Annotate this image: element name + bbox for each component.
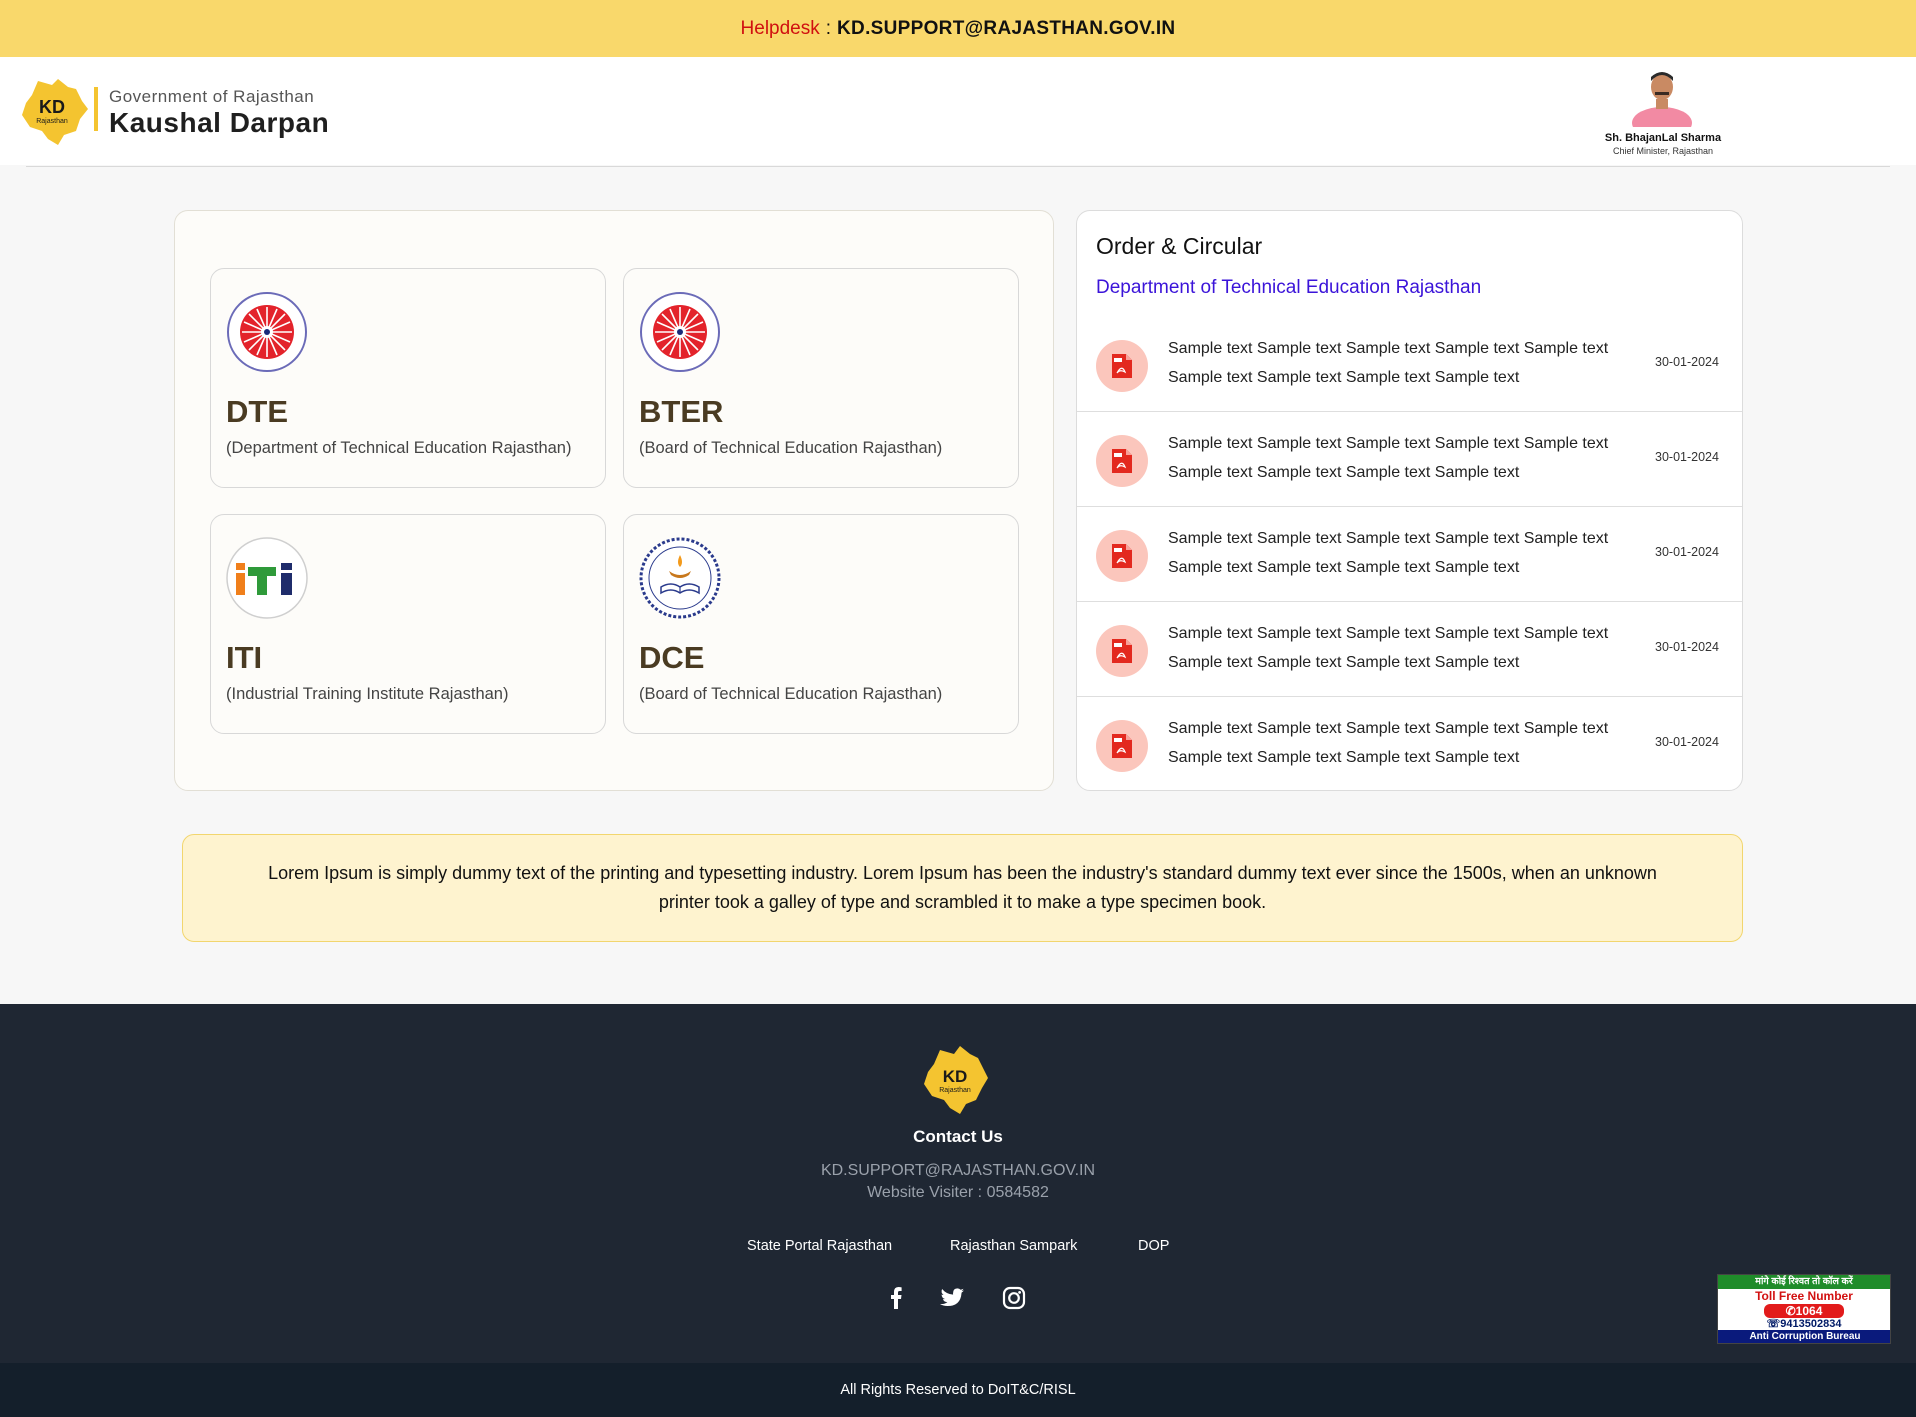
visitor-label: Website Visiter :	[867, 1184, 983, 1201]
order-date: 30-01-2024	[1655, 735, 1719, 749]
order-date: 30-01-2024	[1655, 545, 1719, 559]
dept-card-dte[interactable]: DTE (Department of Technical Education R…	[210, 268, 606, 488]
order-text: Sample text Sample text Sample text Samp…	[1168, 625, 1609, 671]
dept-fullname: (Industrial Training Institute Rajasthan…	[226, 685, 509, 703]
copyright-bar: All Rights Reserved to DoIT&C/RISL	[0, 1363, 1916, 1417]
orders-title: Order & Circular	[1096, 233, 1263, 259]
acb-number-text: 1064	[1795, 1304, 1823, 1318]
visitor-count: 0584582	[986, 1184, 1049, 1201]
dept-card-iti[interactable]: ITI (Industrial Training Institute Rajas…	[210, 514, 606, 734]
facebook-icon[interactable]	[882, 1284, 910, 1312]
brand-subtitle: Government of Rajasthan	[109, 87, 315, 106]
anti-corruption-widget[interactable]: मांगे कोई रिश्वत तो कॉल करें Toll Free N…	[1717, 1274, 1891, 1344]
footer-link-dop[interactable]: DOP	[1138, 1238, 1169, 1254]
visitor-counter: Website Visiter : 0584582	[0, 1184, 1916, 1202]
dept-card-bter[interactable]: BTER (Board of Technical Education Rajas…	[623, 268, 1019, 488]
pdf-icon	[1096, 625, 1148, 677]
acb-toll-number: ✆1064	[1764, 1304, 1844, 1318]
departments-panel: DTE (Department of Technical Education R…	[174, 210, 1054, 791]
order-date: 30-01-2024	[1655, 640, 1719, 654]
copyright-text: All Rights Reserved to DoIT&C/RISL	[840, 1382, 1076, 1398]
dte-emblem-icon	[227, 292, 307, 372]
site-footer: KD Rajasthan Contact Us KD.SUPPORT@RAJAS…	[0, 1004, 1916, 1363]
pdf-icon	[1096, 530, 1148, 582]
pdf-icon	[1096, 435, 1148, 487]
site-header: KD Rajasthan Government of Rajasthan Kau…	[0, 57, 1916, 165]
instagram-icon[interactable]	[1000, 1284, 1028, 1312]
brand-title[interactable]: Kaushal Darpan	[109, 107, 329, 139]
order-item[interactable]: Sample text Sample text Sample text Samp…	[1077, 697, 1742, 790]
iti-logo-icon	[226, 537, 308, 619]
cm-title: Chief Minister, Rajasthan	[1612, 146, 1714, 156]
order-item[interactable]: Sample text Sample text Sample text Samp…	[1077, 602, 1742, 697]
dept-abbr: DCE	[639, 640, 705, 675]
pdf-icon	[1096, 720, 1148, 772]
footer-link-rajasthan-sampark[interactable]: Rajasthan Sampark	[950, 1238, 1077, 1254]
kd-logo-icon[interactable]: KD Rajasthan	[18, 75, 90, 147]
order-item[interactable]: Sample text Sample text Sample text Samp…	[1077, 317, 1742, 412]
helpdesk-separator: :	[825, 17, 832, 39]
footer-logo-subtext: Rajasthan	[939, 1087, 971, 1094]
contact-email-link[interactable]: KD.SUPPORT@RAJASTHAN.GOV.IN	[0, 1162, 1916, 1180]
header-divider	[26, 166, 1890, 167]
footer-link-state-portal[interactable]: State Portal Rajasthan	[747, 1238, 892, 1254]
logo-subtext: Rajasthan	[36, 118, 68, 125]
footer-kd-logo-icon: KD Rajasthan	[924, 1046, 988, 1114]
pdf-icon	[1096, 340, 1148, 392]
acb-top-text: मांगे कोई रिश्वत तो कॉल करें	[1718, 1275, 1890, 1289]
order-text: Sample text Sample text Sample text Samp…	[1168, 720, 1609, 766]
notice-text: Lorem Ipsum is simply dummy text of the …	[268, 863, 1657, 912]
notice-banner: Lorem Ipsum is simply dummy text of the …	[182, 834, 1743, 942]
order-item[interactable]: Sample text Sample text Sample text Samp…	[1077, 507, 1742, 602]
order-circular-panel: Order & Circular Department of Technical…	[1076, 210, 1743, 791]
bter-emblem-icon	[640, 292, 720, 372]
order-date: 30-01-2024	[1655, 450, 1719, 464]
order-text: Sample text Sample text Sample text Samp…	[1168, 530, 1609, 576]
dept-abbr: BTER	[639, 394, 724, 429]
contact-title: Contact Us	[913, 1127, 1003, 1146]
twitter-icon[interactable]	[938, 1284, 966, 1312]
dept-card-dce[interactable]: DCE (Board of Technical Education Rajast…	[623, 514, 1019, 734]
dept-abbr: DTE	[226, 394, 288, 429]
dept-fullname: (Department of Technical Education Rajas…	[226, 439, 572, 457]
dept-abbr: ITI	[226, 640, 263, 675]
acb-phone-text: 9413502834	[1780, 1318, 1842, 1330]
orders-subtitle[interactable]: Department of Technical Education Rajast…	[1096, 277, 1481, 299]
acb-toll-label: Toll Free Number	[1755, 1289, 1853, 1303]
order-date: 30-01-2024	[1655, 355, 1719, 369]
dept-fullname: (Board of Technical Education Rajasthan)	[639, 439, 943, 457]
dce-emblem-icon	[639, 537, 721, 619]
whatsapp-icon: ☏	[1766, 1318, 1781, 1330]
order-text: Sample text Sample text Sample text Samp…	[1168, 435, 1609, 481]
order-text: Sample text Sample text Sample text Samp…	[1168, 340, 1609, 386]
helpdesk-bar: Helpdesk : KD.SUPPORT@RAJASTHAN.GOV.IN	[0, 0, 1916, 57]
helpdesk-label: Helpdesk	[740, 17, 820, 39]
footer-logo-text: KD	[943, 1067, 968, 1086]
helpdesk-email-link[interactable]: KD.SUPPORT@RAJASTHAN.GOV.IN	[837, 18, 1175, 40]
logo-divider	[94, 87, 98, 131]
cm-photo-avatar	[1632, 72, 1692, 127]
logo-text: KD	[39, 97, 65, 117]
dept-fullname: (Board of Technical Education Rajasthan)	[639, 685, 943, 703]
acb-bottom-text: Anti Corruption Bureau	[1718, 1330, 1890, 1343]
cm-name: Sh. BhajanLal Sharma	[1604, 132, 1722, 144]
phone-icon: ✆	[1785, 1304, 1796, 1318]
order-item[interactable]: Sample text Sample text Sample text Samp…	[1077, 412, 1742, 507]
